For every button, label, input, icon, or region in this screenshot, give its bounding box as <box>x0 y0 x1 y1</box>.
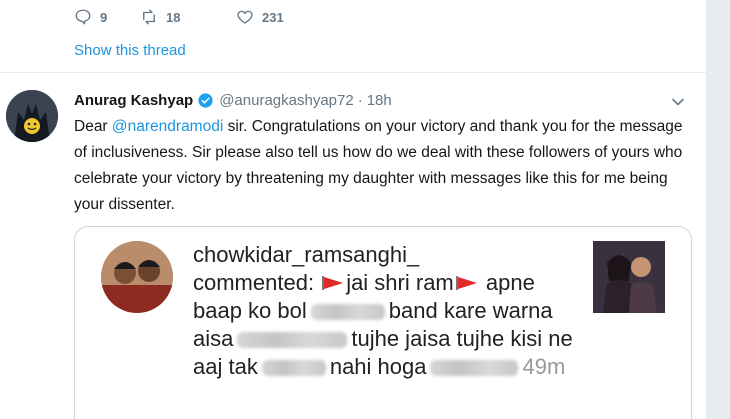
blurred-word <box>310 304 385 321</box>
batman-avatar-image <box>6 90 58 142</box>
timeline: 9 18 231 Show this thread Anurag Kashyap… <box>0 0 706 419</box>
tweet-header: Anurag Kashyap @anuragkashyap72 · 18h <box>74 90 392 110</box>
tweet-timestamp[interactable]: 18h <box>367 92 392 109</box>
comment-part-1: commented: <box>193 270 315 295</box>
blurred-word <box>237 332 348 349</box>
tweet-text: Dear @narendramodi sir. Congratulations … <box>74 114 686 218</box>
saffron-flag-icon <box>455 276 477 290</box>
commenter-avatar <box>101 241 173 313</box>
heart-icon <box>237 10 253 24</box>
page-background-gutter <box>706 0 730 419</box>
comment-part-6: nahi hoga <box>329 354 427 379</box>
comment-text: chowkidar_ramsanghi_ commented: jai shri… <box>193 241 573 381</box>
blurred-word <box>430 360 519 377</box>
blurred-word <box>261 360 326 377</box>
retweet-icon <box>143 9 155 25</box>
mention-link[interactable]: @narendramodi <box>112 118 223 135</box>
comment-body: commented: jai shri ram apne baap ko bol… <box>193 269 573 381</box>
comment-part-2: jai shri ram <box>346 270 454 295</box>
header-separator: · <box>357 91 363 109</box>
profile-photo-thumbnail <box>593 241 665 313</box>
commenter-username: chowkidar_ramsanghi_ <box>193 242 420 267</box>
retweet-button[interactable]: 18 <box>140 8 236 26</box>
tweet-text-intro: Dear <box>74 118 112 135</box>
show-thread-link[interactable]: Show this thread <box>74 42 186 59</box>
reply-count: 9 <box>100 9 108 25</box>
saffron-flag-icon <box>322 276 344 290</box>
author-name[interactable]: Anurag Kashyap <box>74 92 193 109</box>
like-count: 231 <box>262 9 284 25</box>
quoted-screenshot-card[interactable]: chowkidar_ramsanghi_ commented: jai shri… <box>74 226 692 419</box>
reply-button[interactable]: 9 <box>74 8 140 26</box>
tweet-divider <box>0 72 706 73</box>
retweet-count: 18 <box>166 9 181 25</box>
photo-image <box>593 241 665 313</box>
commenter-avatar-image <box>101 241 173 313</box>
verified-badge-icon <box>198 92 213 108</box>
chevron-down-icon[interactable] <box>670 94 686 110</box>
like-button[interactable]: 231 <box>236 8 284 26</box>
previous-tweet-actions: 9 18 231 <box>74 6 284 28</box>
reply-icon <box>75 9 91 25</box>
avatar[interactable] <box>6 90 58 142</box>
author-handle[interactable]: @anuragkashyap72 <box>219 92 354 109</box>
comment-timestamp: 49m <box>522 354 566 379</box>
